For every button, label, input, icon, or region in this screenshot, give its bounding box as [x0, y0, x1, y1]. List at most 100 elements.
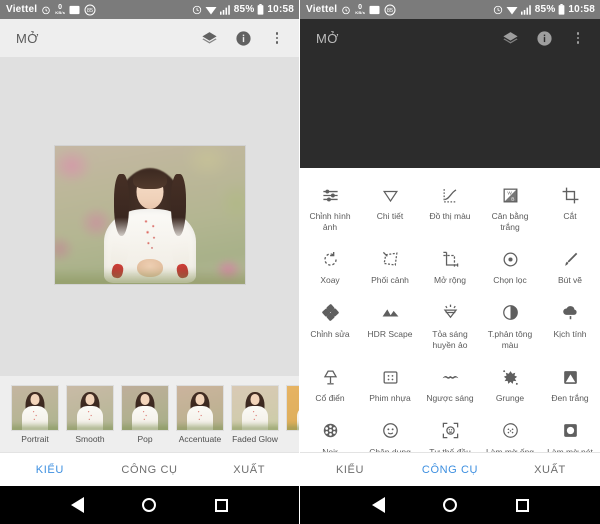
vintage-lamp-icon	[319, 366, 341, 388]
android-nav-bar[interactable]	[0, 486, 299, 524]
thumb-face	[85, 393, 95, 405]
status-bar-left: Viettel 0 KB/s 85	[6, 4, 96, 16]
tool-chinh-sua[interactable]: Chỉnh sửa	[300, 294, 360, 358]
brush-icon	[559, 248, 581, 270]
tool-toa-sang-huyen-ao[interactable]: Tỏa sáng huyền ảo	[420, 294, 480, 358]
filter-label: Pop	[137, 434, 153, 444]
tool-chon-loc[interactable]: Chọn lọc	[480, 240, 540, 294]
photo-preview[interactable]	[55, 146, 245, 284]
tool-lam-mo-net-anh[interactable]: Làm mờ nét ảnh	[540, 412, 600, 452]
tool-label: Mở rộng	[433, 275, 467, 286]
thumb-ground	[287, 422, 299, 430]
filter-label: Smooth	[75, 434, 105, 444]
tool-label: Xoay	[320, 275, 340, 286]
filter-item[interactable]: Morni	[286, 386, 299, 444]
tool-label: Chi tiết	[376, 211, 404, 221]
tab-kieu[interactable]: KIỂU	[0, 453, 100, 486]
info-icon[interactable]	[534, 28, 554, 48]
tool-label: Bút vẽ	[557, 275, 583, 286]
tool-nguoc-sang[interactable]: Ngược sáng	[420, 358, 480, 412]
tool-phoi-canh[interactable]: Phối cảnh	[360, 240, 420, 294]
tool-phim-nhua[interactable]: Phim nhựa	[360, 358, 420, 412]
overflow-menu-icon[interactable]	[568, 28, 588, 48]
wifi-icon	[506, 5, 518, 15]
svg-text:B: B	[511, 196, 514, 202]
filter-item[interactable]: Smooth	[66, 386, 114, 444]
filter-item[interactable]: Faded Glow	[231, 386, 279, 444]
home-nav-button[interactable]	[140, 496, 158, 514]
back-nav-button[interactable]	[369, 496, 387, 514]
thumb-embroidery	[141, 409, 149, 422]
image-icon	[369, 5, 380, 15]
tool-tu-the-dau[interactable]: Tư thế đầu	[420, 412, 480, 452]
svg-text:85: 85	[387, 8, 393, 14]
tool-but-ve[interactable]: Bút vẽ	[540, 240, 600, 294]
tab-congcu[interactable]: CÔNG CỤ	[400, 453, 500, 486]
clock-label: 10:58	[267, 4, 294, 15]
tools-panel[interactable]: Chỉnh hình ảnh Chi tiết Đồ thị màu W B C…	[300, 168, 600, 452]
tool-label: Phối cảnh	[371, 275, 409, 286]
bottom-tab-bar[interactable]: KIỂU CÔNG CỤ XUẤT	[300, 452, 600, 486]
filter-item[interactable]: Pop	[121, 386, 169, 444]
data-rate-unit: KB/s	[355, 10, 366, 15]
tool-xoay[interactable]: Xoay	[300, 240, 360, 294]
page-title: MỞ	[316, 30, 339, 46]
tool-label: HDR Scape	[367, 328, 413, 339]
tab-kieu[interactable]: KIỂU	[300, 453, 400, 486]
tab-congcu[interactable]: CÔNG CỤ	[100, 453, 200, 486]
tool-cat[interactable]: Cắt	[540, 176, 600, 240]
right-screen: Viettel 0 KB/s 85 85% 10:58 MỞ Chỉnh hìn…	[300, 0, 600, 524]
tool-label: Chọn lọc	[493, 275, 527, 286]
thumb-ground	[122, 422, 168, 430]
rotate-icon	[319, 248, 341, 270]
tool-chi-tiet[interactable]: Chi tiết	[360, 176, 420, 240]
info-icon[interactable]	[233, 28, 253, 48]
filter-item[interactable]: Portrait	[11, 386, 59, 444]
thumb-ground	[12, 422, 58, 430]
thumb-face	[30, 393, 40, 405]
tool-chinh-hinh-anh[interactable]: Chỉnh hình ảnh	[300, 176, 360, 240]
filter-item[interactable]: Accentuate	[176, 386, 224, 444]
filter-thumbnail	[177, 386, 223, 430]
filter-label: Faded Glow	[232, 434, 278, 444]
tool-chan-dung[interactable]: Chân dung	[360, 412, 420, 452]
filter-label: Accentuate	[178, 434, 222, 444]
tool-kich-tinh[interactable]: Kịch tính	[540, 294, 600, 358]
tool-lam-mo-ong-kinh[interactable]: Làm mờ ống kính	[480, 412, 540, 452]
tool-grunge[interactable]: Grunge	[480, 358, 540, 412]
tools-grid: Chỉnh hình ảnh Chi tiết Đồ thị màu W B C…	[300, 168, 600, 452]
tool-tphan-tong-mau[interactable]: T.phản tông màu	[480, 294, 540, 358]
tool-can-bang-trang[interactable]: W B Cân bằng trắng	[480, 176, 540, 240]
thumb-embroidery	[251, 409, 259, 422]
black-and-white-icon	[559, 366, 581, 388]
tool-do-thi-mau[interactable]: Đồ thị màu	[420, 176, 480, 240]
tool-label: Đồ thị màu	[429, 211, 471, 221]
overflow-menu-icon[interactable]	[267, 28, 287, 48]
tab-xuat[interactable]: XUẤT	[500, 453, 600, 486]
tool-co-dien[interactable]: Cổ điển	[300, 358, 360, 412]
tool-label: Làm mờ nét ảnh	[547, 446, 593, 452]
tonal-contrast-icon	[499, 302, 521, 324]
thumb-ground	[232, 422, 278, 430]
dark-preview-area[interactable]	[300, 57, 600, 168]
recents-nav-button[interactable]	[212, 496, 230, 514]
back-nav-button[interactable]	[69, 496, 87, 514]
recents-nav-button[interactable]	[513, 496, 531, 514]
tool-hdr-scape[interactable]: HDR Scape	[360, 294, 420, 358]
layers-icon[interactable]	[500, 28, 520, 48]
tool-den-trang[interactable]: Đen trắng	[540, 358, 600, 412]
android-nav-bar[interactable]	[300, 486, 600, 524]
filter-filmstrip[interactable]: Portrait Smooth Pop Accentuate Faded Glo…	[0, 376, 299, 452]
tool-noir[interactable]: Noir	[300, 412, 360, 452]
wifi-icon	[205, 5, 217, 15]
tool-mo-rong[interactable]: Mở rộng	[420, 240, 480, 294]
photo-foreground	[55, 268, 245, 284]
photo-canvas[interactable]	[0, 57, 299, 376]
bottom-tab-bar[interactable]: KIỂU CÔNG CỤ XUẤT	[0, 452, 299, 486]
home-nav-button[interactable]	[441, 496, 459, 514]
tab-xuat[interactable]: XUẤT	[199, 453, 299, 486]
grunge-splatter-icon	[499, 366, 521, 388]
dual-screenshot-container: Viettel 0 KB/s 85 85% 10:58 MỞ Portrait …	[0, 0, 600, 524]
layers-icon[interactable]	[199, 28, 219, 48]
carrier-label: Viettel	[306, 4, 338, 15]
